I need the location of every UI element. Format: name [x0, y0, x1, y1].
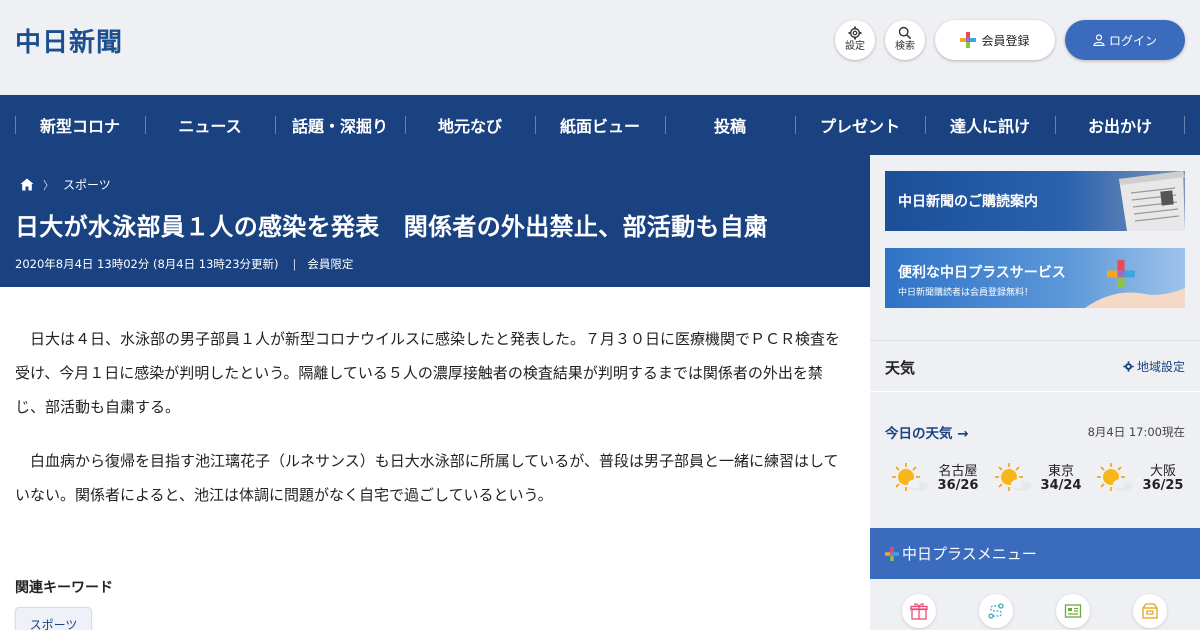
breadcrumb-separator: 〉	[43, 178, 54, 192]
plus-menu-present[interactable]	[902, 594, 936, 628]
plus-banner-text: 便利な中日プラスサービス	[898, 265, 1066, 281]
plus-menu-title: 中日プラスメニュー	[902, 545, 1037, 563]
city-temp: 36/26	[937, 478, 979, 493]
box-icon	[1142, 603, 1158, 619]
route-icon	[988, 603, 1004, 619]
nav-item-experts[interactable]: 達人に訊け	[925, 95, 1055, 155]
nav-item-paper-view[interactable]: 紙面ビュー	[535, 95, 665, 155]
article-meta: 2020年8月4日 13時02分 (8月4日 13時23分更新) | 会員限定	[15, 256, 353, 272]
keyword-tag-sports[interactable]: スポーツ	[15, 607, 92, 630]
weather-title: 天気	[885, 359, 916, 377]
subscribe-banner-text: 中日新聞のご購読案内	[898, 194, 1038, 210]
published-date: 2020年8月4日 13時02分 (8月4日 13時23分更新)	[15, 257, 279, 271]
gear-icon	[1123, 361, 1134, 372]
login-button[interactable]: ログイン	[1065, 20, 1185, 60]
login-label: ログイン	[1108, 33, 1157, 48]
home-icon[interactable]	[20, 178, 34, 191]
search-label: 検索	[895, 41, 915, 52]
weather-city-osaka[interactable]: 大阪 36/25	[1090, 455, 1190, 500]
today-weather-link[interactable]: 今日の天気 →	[885, 422, 969, 442]
settings-label: 設定	[845, 41, 865, 52]
chunichi-plus-icon	[885, 546, 899, 561]
subscribe-banner[interactable]: 中日新聞のご購読案内	[885, 171, 1185, 231]
newspaper-illustration	[1119, 171, 1185, 231]
plus-service-banner[interactable]: 便利な中日プラスサービス 中日新聞購読者は会員登録無料！	[885, 248, 1185, 308]
plus-banner-subtext: 中日新聞購読者は会員登録無料！	[898, 288, 1034, 298]
settings-button[interactable]: 設定	[835, 20, 875, 60]
article-header: 〉 スポーツ 日大が水泳部員１人の感染を発表 関係者の外出禁止、部活動も自粛 2…	[0, 155, 870, 287]
plus-menu-map[interactable]	[1056, 594, 1090, 628]
global-nav: 新型コロナ ニュース 話題・深掘り 地元なび 紙面ビュー 投稿 プレゼント 達人…	[0, 95, 1200, 155]
site-logo[interactable]: 中日新聞	[15, 22, 123, 59]
nav-item-corona[interactable]: 新型コロナ	[15, 95, 145, 155]
sun-cloud-icon	[892, 463, 928, 491]
region-setting-label: 地域設定	[1136, 360, 1185, 374]
article-headline: 日大が水泳部員１人の感染を発表 関係者の外出禁止、部活動も自粛	[15, 213, 769, 241]
weather-city-nagoya[interactable]: 名古屋 36/26	[885, 455, 985, 500]
site-header: 中日新聞 設定 検索 会員登録 ログイン	[0, 0, 1200, 95]
meta-separator: |	[292, 257, 297, 271]
nav-item-post[interactable]: 投稿	[665, 95, 795, 155]
nav-item-local[interactable]: 地元なび	[405, 95, 535, 155]
article-paragraph: 白血病から復帰を目指す池江璃花子（ルネサンス）も日大水泳部に所属しているが、普段…	[15, 452, 839, 504]
hand-illustration	[1085, 288, 1185, 308]
article-paragraph: 日大は４日、水泳部の男子部員１人が新型コロナウイルスに感染したと発表した。７月３…	[15, 330, 841, 416]
sun-cloud-icon	[995, 463, 1031, 491]
city-name: 大阪	[1149, 464, 1176, 479]
plus-menu-header: 中日プラスメニュー	[870, 528, 1200, 579]
register-button[interactable]: 会員登録	[935, 20, 1055, 60]
breadcrumb-category[interactable]: スポーツ	[63, 176, 111, 193]
plus-menu-route[interactable]	[979, 594, 1013, 628]
nav-item-outing[interactable]: お出かけ	[1055, 95, 1185, 155]
user-icon	[1093, 34, 1105, 46]
nav-item-news[interactable]: ニュース	[145, 95, 275, 155]
map-icon	[1064, 604, 1082, 618]
nav-item-present[interactable]: プレゼント	[795, 95, 925, 155]
city-temp: 34/24	[1040, 478, 1082, 493]
register-label: 会員登録	[981, 33, 1030, 48]
nav-item-topics[interactable]: 話題・深掘り	[275, 95, 405, 155]
plus-menu-box[interactable]	[1133, 594, 1167, 628]
breadcrumb: 〉 スポーツ	[20, 176, 111, 193]
gear-icon	[848, 26, 862, 40]
chunichi-plus-icon	[960, 32, 977, 48]
search-button[interactable]: 検索	[885, 20, 925, 60]
weather-updated-time: 8月4日 17:00現在	[1087, 425, 1185, 439]
sidebar: 中日新聞のご購読案内 便利な中日プラスサービス 中日新聞購読者は会員登録無料！ …	[870, 155, 1200, 630]
city-name: 東京	[1047, 464, 1074, 479]
weather-city-tokyo[interactable]: 東京 34/24	[988, 455, 1088, 500]
divider	[870, 340, 1200, 341]
article-body: 日大は４日、水泳部の男子部員１人が新型コロナウイルスに感染したと発表した。７月３…	[15, 322, 850, 532]
city-name: 名古屋	[938, 464, 978, 479]
city-temp: 36/25	[1142, 478, 1184, 493]
related-keywords-title: 関連キーワード	[15, 580, 113, 596]
region-setting-link[interactable]: 地域設定	[1123, 358, 1185, 375]
members-only-badge: 会員限定	[307, 257, 354, 271]
search-icon	[898, 26, 912, 40]
gift-icon	[910, 603, 928, 620]
sun-cloud-icon	[1097, 463, 1133, 491]
divider	[870, 391, 1200, 392]
